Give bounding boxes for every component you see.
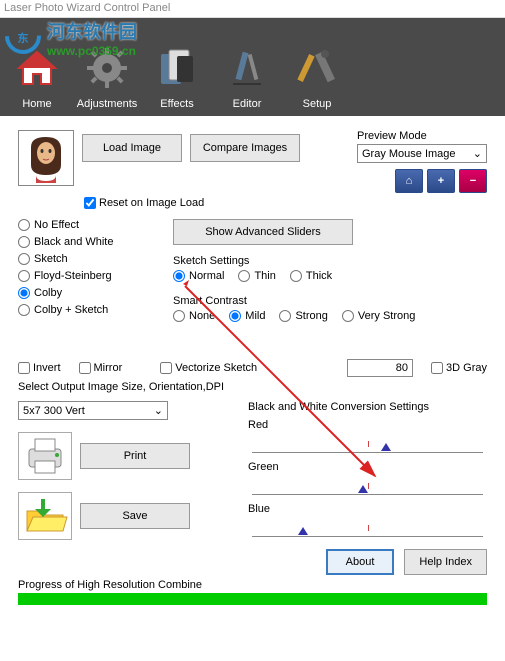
sketch-thick-radio[interactable]: Thick: [290, 270, 332, 282]
red-slider-label: Red: [248, 419, 487, 431]
blue-slider-label: Blue: [248, 503, 487, 515]
effect-bw-radio[interactable]: Black and White: [18, 236, 153, 248]
toolbar-home[interactable]: Home: [8, 24, 66, 110]
chevron-down-icon: ⌄: [154, 404, 163, 417]
preview-mode-label: Preview Mode: [357, 130, 487, 142]
toolbar-setup[interactable]: Setup: [288, 24, 346, 110]
nav-plus-button[interactable]: +: [427, 169, 455, 193]
save-button[interactable]: Save: [80, 503, 190, 529]
effect-colby-radio[interactable]: Colby: [18, 287, 153, 299]
red-slider[interactable]: [252, 433, 483, 453]
about-button[interactable]: About: [326, 549, 395, 575]
avatar-preview: [18, 130, 74, 186]
green-slider-label: Green: [248, 461, 487, 473]
effect-floyd-radio[interactable]: Floyd-Steinberg: [18, 270, 153, 282]
effect-sketch-radio[interactable]: Sketch: [18, 253, 153, 265]
toolbar-effects[interactable]: Effects: [148, 24, 206, 110]
minus-icon: −: [470, 175, 476, 187]
bw-conversion-label: Black and White Conversion Settings: [248, 401, 487, 413]
compare-images-button[interactable]: Compare Images: [190, 134, 300, 162]
window-titlebar: Laser Photo Wizard Control Panel: [0, 0, 505, 18]
save-folder-icon: [18, 492, 72, 540]
load-image-button[interactable]: Load Image: [82, 134, 182, 162]
toolbar-adjustments[interactable]: Adjustments: [78, 24, 136, 110]
smart-contrast-label: Smart Contrast: [173, 295, 487, 307]
effects-radio-group: No Effect Black and White Sketch Floyd-S…: [18, 219, 153, 335]
gear-icon: [83, 44, 131, 92]
setup-icon: [293, 44, 341, 92]
main-toolbar: Home Adjustments Effects Editor Setup: [0, 18, 505, 116]
contrast-very-strong-radio[interactable]: Very Strong: [342, 310, 415, 322]
invert-checkbox[interactable]: Invert: [18, 362, 61, 374]
output-size-dropdown[interactable]: 5x7 300 Vert⌄: [18, 401, 168, 420]
preview-mode-dropdown[interactable]: Gray Mouse Image⌄: [357, 144, 487, 163]
vectorize-checkbox[interactable]: Vectorize Sketch: [160, 362, 257, 374]
sketch-thin-radio[interactable]: Thin: [238, 270, 275, 282]
blue-slider[interactable]: [252, 517, 483, 537]
contrast-mild-radio[interactable]: Mild: [229, 310, 265, 322]
editor-icon: [223, 44, 271, 92]
home-icon: [13, 44, 61, 92]
mirror-checkbox[interactable]: Mirror: [79, 362, 123, 374]
progress-bar: [18, 593, 487, 605]
main-panel: Load Image Compare Images Preview Mode G…: [0, 116, 505, 661]
chevron-down-icon: ⌄: [473, 147, 482, 160]
toolbar-editor[interactable]: Editor: [218, 24, 276, 110]
contrast-none-radio[interactable]: None: [173, 310, 215, 322]
progress-label: Progress of High Resolution Combine: [18, 579, 487, 591]
help-index-button[interactable]: Help Index: [404, 549, 487, 575]
show-advanced-button[interactable]: Show Advanced Sliders: [173, 219, 353, 245]
effects-icon: [153, 44, 201, 92]
plus-icon: +: [438, 175, 444, 187]
reset-on-load-checkbox[interactable]: Reset on Image Load: [84, 197, 487, 209]
nav-home-button[interactable]: ⌂: [395, 169, 423, 193]
printer-icon: [18, 432, 72, 480]
print-button[interactable]: Print: [80, 443, 190, 469]
effect-none-radio[interactable]: No Effect: [18, 219, 153, 231]
nav-minus-button[interactable]: −: [459, 169, 487, 193]
green-slider[interactable]: [252, 475, 483, 495]
contrast-strong-radio[interactable]: Strong: [279, 310, 327, 322]
3d-gray-checkbox[interactable]: 3D Gray: [431, 362, 487, 374]
effect-colby-sketch-radio[interactable]: Colby + Sketch: [18, 304, 153, 316]
numeric-input[interactable]: [347, 359, 413, 377]
sketch-normal-radio[interactable]: Normal: [173, 270, 224, 282]
output-size-label: Select Output Image Size, Orientation,DP…: [18, 381, 487, 393]
sketch-settings-label: Sketch Settings: [173, 255, 487, 267]
house-icon: ⌂: [406, 175, 413, 187]
